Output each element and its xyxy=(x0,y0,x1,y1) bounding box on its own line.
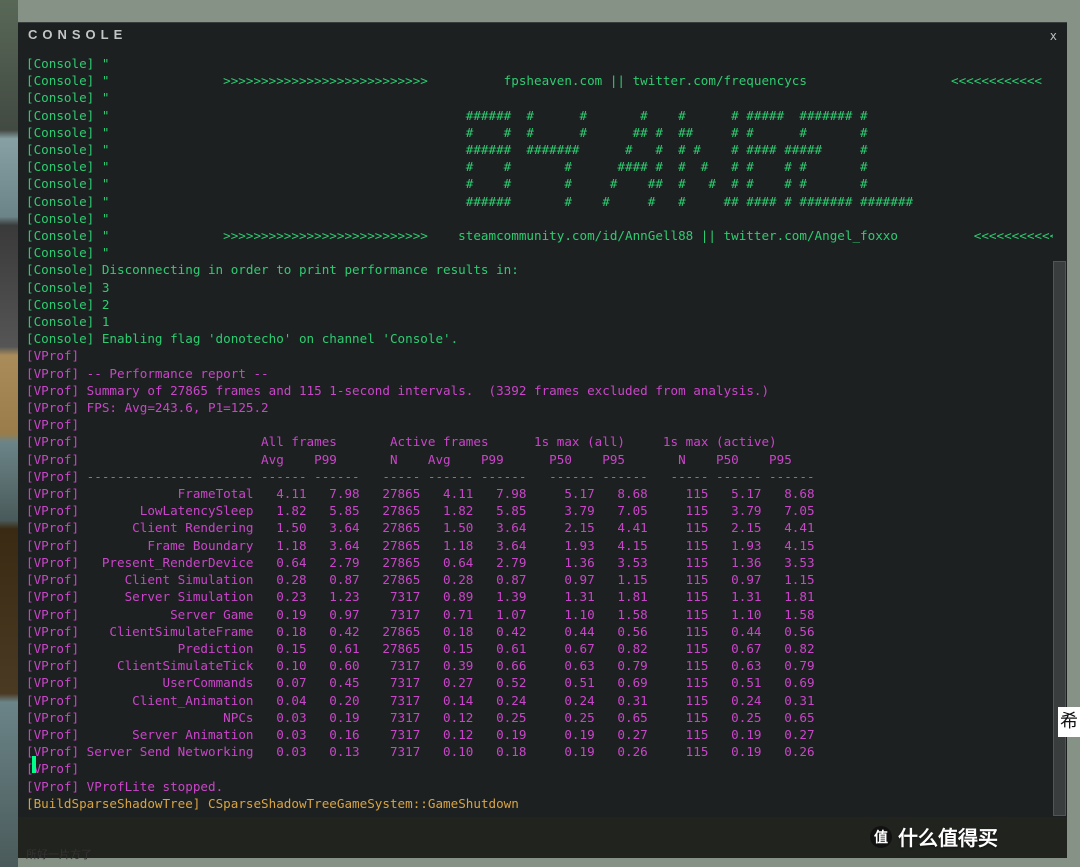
console-line: [VProf] ClientSimulateTick 0.10 0.60 731… xyxy=(26,657,1067,674)
console-line: [VProf] Client_Animation 0.04 0.20 7317 … xyxy=(26,692,1067,709)
console-line: [VProf] Client Simulation 0.28 0.87 2786… xyxy=(26,571,1067,588)
console-line: [Console] 3 xyxy=(26,279,1067,296)
console-line: [Console] " ###### # # # # ## #### # ###… xyxy=(26,193,1067,210)
console-line: [Console] 2 xyxy=(26,296,1067,313)
console-line: [Console] Disconnecting in order to prin… xyxy=(26,261,1067,278)
console-line: [Console] " # # # # ## # # # # # # # " xyxy=(26,175,1067,192)
console-line: [VProf] ClientSimulateFrame 0.18 0.42 27… xyxy=(26,623,1067,640)
console-line: [Console] " >>>>>>>>>>>>>>>>>>>>>>>>>>> … xyxy=(26,227,1067,244)
console-line: [VProf] Server Simulation 0.23 1.23 7317… xyxy=(26,588,1067,605)
console-line: [VProf] Prediction 0.15 0.61 27865 0.15 … xyxy=(26,640,1067,657)
console-line: [Console] " " xyxy=(26,244,1067,261)
console-body: [Console] " "[Console] " >>>>>>>>>>>>> xyxy=(18,55,1067,821)
console-line: [Console] " " xyxy=(26,210,1067,227)
titlebar[interactable]: CONSOLE xyxy=(18,23,1067,55)
console-line: [VProf] -- Performance report -- xyxy=(26,365,1067,382)
console-line: [VProf] Client Rendering 1.50 3.64 27865… xyxy=(26,519,1067,536)
console-line: [VProf] Server Game 0.19 0.97 7317 0.71 … xyxy=(26,606,1067,623)
background-caption: 所好一片方了 xyxy=(26,846,92,862)
console-line: [Console] " " xyxy=(26,89,1067,106)
console-line: [VProf] xyxy=(26,416,1067,433)
console-line: [VProf] FrameTotal 4.11 7.98 27865 4.11 … xyxy=(26,485,1067,502)
console-line: [VProf] VProfLite stopped. xyxy=(26,778,1067,795)
console-line: [VProf] NPCs 0.03 0.19 7317 0.12 0.25 0.… xyxy=(26,709,1067,726)
watermark-text: 什么值得买 xyxy=(898,822,998,851)
console-line: [VProf] xyxy=(26,347,1067,364)
console-line: [Console] " ###### ####### # # # # # ###… xyxy=(26,141,1067,158)
console-line: [VProf] UserCommands 0.07 0.45 7317 0.27… xyxy=(26,674,1067,691)
close-button[interactable]: x xyxy=(1050,29,1057,43)
watermark-badge: 值 xyxy=(870,826,892,848)
console-line: [VProf] Avg P99 N Avg P99 P50 P95 N P50 … xyxy=(26,451,1067,468)
console-line: [VProf] All frames Active frames 1s max … xyxy=(26,433,1067,450)
console-line: [VProf] xyxy=(26,760,1067,777)
console-line: [VProf] Server Animation 0.03 0.16 7317 … xyxy=(26,726,1067,743)
console-line: [VProf] Present_RenderDevice 0.64 2.79 2… xyxy=(26,554,1067,571)
console-line: [VProf] Summary of 27865 frames and 115 … xyxy=(26,382,1067,399)
console-line: [Console] " # # # # ## # ## # # # # " xyxy=(26,124,1067,141)
scrollbar-track[interactable] xyxy=(1053,51,1066,815)
console-line: [Console] 1 xyxy=(26,313,1067,330)
console-scroll-area[interactable]: [Console] " "[Console] " >>>>>>>>>>>>> xyxy=(26,55,1067,821)
console-line: [Console] " ###### # # # # # ##### #####… xyxy=(26,107,1067,124)
console-line: [Console] Enabling flag 'donotecho' on c… xyxy=(26,330,1067,347)
console-line: [VProf] FPS: Avg=243.6, P1=125.2 xyxy=(26,399,1067,416)
console-line: [VProf] Frame Boundary 1.18 3.64 27865 1… xyxy=(26,537,1067,554)
console-window: CONSOLE x [Console] " "[Console] " xyxy=(18,22,1067,817)
ime-candidate[interactable]: 希 xyxy=(1058,707,1080,737)
game-background-strip xyxy=(0,0,18,867)
console-line: [BuildSparseShadowTree] CSparseShadowTre… xyxy=(26,795,1067,812)
console-line: [Console] " " xyxy=(26,55,1067,72)
console-line: [Console] " # # # #### # # # # # # # # " xyxy=(26,158,1067,175)
console-line: [VProf] LowLatencySleep 1.82 5.85 27865 … xyxy=(26,502,1067,519)
console-line: [VProf] ---------------------- ------ --… xyxy=(26,468,1067,485)
console-line: [Console] " >>>>>>>>>>>>>>>>>>>>>>>>>>> … xyxy=(26,72,1067,89)
title-text: CONSOLE xyxy=(28,27,127,42)
console-line: [VProf] Server Send Networking 0.03 0.13… xyxy=(26,743,1067,760)
highlight-marker xyxy=(32,756,36,773)
